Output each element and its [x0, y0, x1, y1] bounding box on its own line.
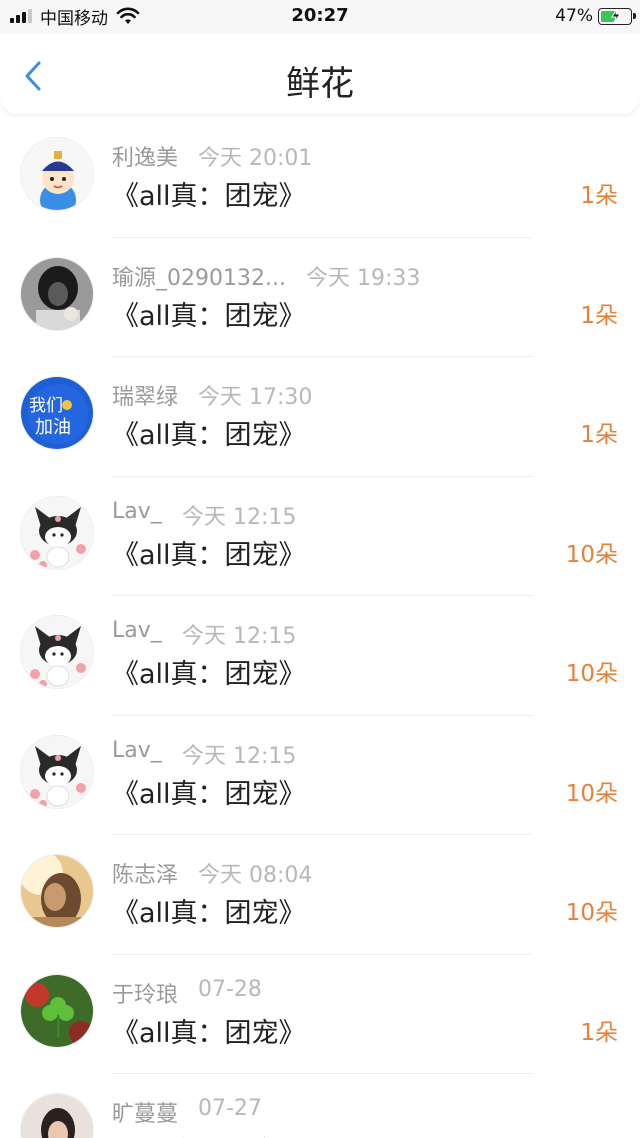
gift-time: 07-28	[198, 976, 262, 1002]
avatar[interactable]	[20, 615, 94, 689]
user-name[interactable]: 瑜源_0290132...	[112, 260, 286, 292]
charging-bolt-icon	[611, 8, 621, 23]
user-name[interactable]: 利逸美	[112, 140, 178, 172]
battery-percent: 47%	[555, 6, 593, 26]
list-item[interactable]: 利逸美 今天 20:01 《all真：团宠》 1朵	[0, 118, 640, 238]
flower-count: 10朵	[565, 541, 618, 568]
user-name[interactable]: 旷蔓蔓	[112, 1096, 178, 1128]
avatar[interactable]: 我们 加油	[20, 376, 94, 450]
book-title: 《all真：团宠》	[112, 659, 306, 690]
status-bar: 中国移动 20:27 47%	[0, 0, 640, 34]
gift-time: 今天 17:30	[198, 385, 313, 410]
avatar[interactable]	[20, 495, 94, 570]
kuromi-cartoon-icon	[21, 735, 93, 808]
user-name[interactable]: 陈志泽	[112, 857, 178, 889]
qing-boy-cartoon-icon	[21, 138, 93, 210]
list-item[interactable]: Lav_ 今天 12:15 《all真：团宠》 10朵	[0, 477, 640, 596]
user-name[interactable]: 瑞翠绿	[112, 379, 178, 411]
list-item[interactable]: 我们 加油 瑞翠绿 今天 17:30 《all真：团宠》 1朵	[0, 357, 640, 477]
gift-time: 07-27	[198, 1096, 262, 1121]
book-title: 《all真：团宠》	[112, 181, 306, 212]
nav-bar: 鲜花	[0, 34, 640, 114]
avatar[interactable]	[20, 137, 94, 211]
flower-count: 1朵	[580, 1019, 618, 1046]
avatar[interactable]	[20, 973, 94, 1048]
user-name[interactable]: 于玲琅	[112, 977, 178, 1009]
dark-hair-photo-icon	[21, 257, 93, 330]
list-item[interactable]: Lav_ 今天 12:15 《all真：团宠》 10朵	[0, 596, 640, 716]
flower-count: 1朵	[580, 1132, 618, 1138]
book-title: 《all真：团宠》	[112, 300, 306, 332]
user-name[interactable]: Lav_	[112, 618, 162, 643]
flower-count: 10朵	[565, 661, 618, 687]
status-right: 47%	[555, 6, 636, 26]
gift-time: 今天 08:04	[198, 863, 313, 888]
sunlit-girl-photo-icon	[21, 855, 93, 927]
svg-text:加油: 加油	[35, 417, 71, 438]
book-title: 《all真：团宠》	[112, 1130, 306, 1138]
flower-count: 10朵	[565, 900, 618, 926]
blue-text-badge-icon: 我们加油	[21, 377, 93, 449]
gift-time: 今天 12:15	[182, 504, 297, 530]
book-title: 《all真：团宠》	[112, 1017, 306, 1049]
page-title: 鲜花	[286, 64, 354, 104]
flower-count: 10朵	[565, 780, 618, 807]
book-title: 《all真：团宠》	[112, 420, 306, 451]
battery-icon	[598, 7, 636, 25]
gift-time: 今天 12:15	[182, 743, 297, 769]
book-title: 《all真：团宠》	[112, 539, 306, 571]
list-item[interactable]: Lav_ 今天 12:15 《all真：团宠》 10朵	[0, 716, 640, 835]
list-item[interactable]: 陈志泽 今天 08:04 《all真：团宠》 10朵	[0, 835, 640, 955]
list-item[interactable]: 旷蔓蔓 07-27 《all真：团宠》 1朵	[0, 1074, 640, 1138]
avatar[interactable]	[20, 256, 94, 331]
user-name[interactable]: Lav_	[112, 738, 162, 763]
flower-count: 1朵	[580, 422, 618, 448]
girl-photo-icon	[21, 1094, 93, 1138]
user-name[interactable]: Lav_	[112, 499, 162, 524]
kuromi-cartoon-icon	[21, 496, 93, 569]
list-item[interactable]: 瑜源_0290132... 今天 19:33 《all真：团宠》 1朵	[0, 238, 640, 357]
gift-time: 今天 19:33	[306, 265, 421, 291]
avatar[interactable]	[20, 734, 94, 809]
gift-time: 今天 12:15	[182, 624, 297, 649]
kuromi-cartoon-icon	[21, 616, 93, 688]
gift-time: 今天 20:01	[198, 146, 313, 171]
book-title: 《all真：团宠》	[112, 778, 306, 810]
list-item[interactable]: 于玲琅 07-28 《all真：团宠》 1朵	[0, 955, 640, 1074]
svg-text:我们: 我们	[29, 396, 63, 416]
clover-photo-icon	[21, 974, 93, 1047]
avatar[interactable]	[20, 1093, 94, 1138]
flower-count: 1朵	[580, 302, 618, 329]
book-title: 《all真：团宠》	[112, 898, 306, 929]
flower-gift-list: 利逸美 今天 20:01 《all真：团宠》 1朵 瑜源_0290132... 今天 19…	[0, 118, 640, 1138]
avatar[interactable]	[20, 854, 94, 928]
flower-count: 1朵	[580, 183, 618, 209]
status-time: 20:27	[291, 5, 349, 26]
